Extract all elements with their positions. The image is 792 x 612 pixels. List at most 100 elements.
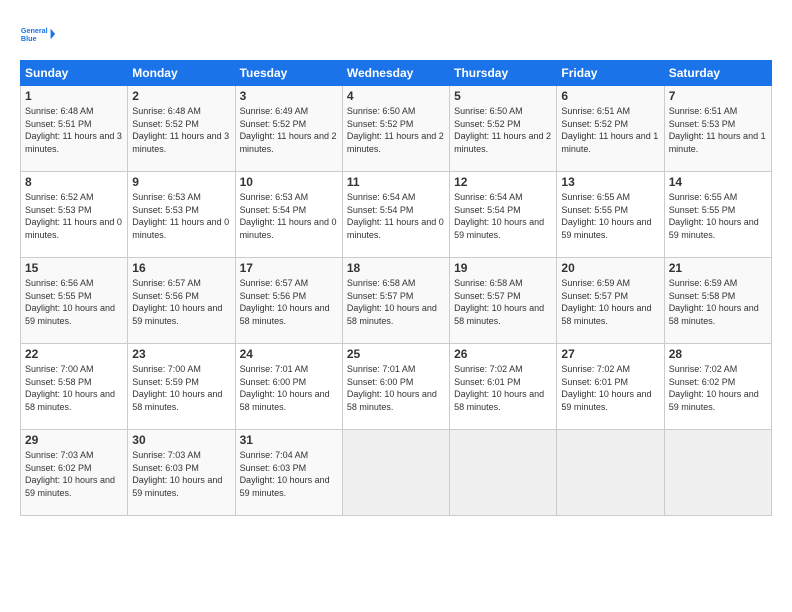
day-number: 28 — [669, 347, 767, 361]
day-number: 27 — [561, 347, 659, 361]
day-info: Sunrise: 7:00 AM Sunset: 5:58 PM Dayligh… — [25, 363, 123, 413]
calendar-cell — [342, 430, 449, 516]
day-info: Sunrise: 7:00 AM Sunset: 5:59 PM Dayligh… — [132, 363, 230, 413]
day-number: 17 — [240, 261, 338, 275]
day-number: 16 — [132, 261, 230, 275]
day-number: 7 — [669, 89, 767, 103]
calendar-cell: 23 Sunrise: 7:00 AM Sunset: 5:59 PM Dayl… — [128, 344, 235, 430]
day-info: Sunrise: 6:58 AM Sunset: 5:57 PM Dayligh… — [454, 277, 552, 327]
day-number: 3 — [240, 89, 338, 103]
day-info: Sunrise: 6:55 AM Sunset: 5:55 PM Dayligh… — [561, 191, 659, 241]
day-header-sunday: Sunday — [21, 61, 128, 86]
calendar-cell: 15 Sunrise: 6:56 AM Sunset: 5:55 PM Dayl… — [21, 258, 128, 344]
calendar-cell: 2 Sunrise: 6:48 AM Sunset: 5:52 PM Dayli… — [128, 86, 235, 172]
day-info: Sunrise: 6:50 AM Sunset: 5:52 PM Dayligh… — [454, 105, 552, 155]
day-number: 6 — [561, 89, 659, 103]
calendar-cell: 24 Sunrise: 7:01 AM Sunset: 6:00 PM Dayl… — [235, 344, 342, 430]
day-info: Sunrise: 6:48 AM Sunset: 5:51 PM Dayligh… — [25, 105, 123, 155]
calendar-cell: 1 Sunrise: 6:48 AM Sunset: 5:51 PM Dayli… — [21, 86, 128, 172]
calendar-cell: 28 Sunrise: 7:02 AM Sunset: 6:02 PM Dayl… — [664, 344, 771, 430]
day-number: 18 — [347, 261, 445, 275]
day-number: 20 — [561, 261, 659, 275]
calendar-cell: 19 Sunrise: 6:58 AM Sunset: 5:57 PM Dayl… — [450, 258, 557, 344]
day-info: Sunrise: 7:03 AM Sunset: 6:02 PM Dayligh… — [25, 449, 123, 499]
day-header-monday: Monday — [128, 61, 235, 86]
calendar-cell: 20 Sunrise: 6:59 AM Sunset: 5:57 PM Dayl… — [557, 258, 664, 344]
calendar-container: GeneralBlue SundayMondayTuesdayWednesday… — [0, 0, 792, 526]
day-info: Sunrise: 6:57 AM Sunset: 5:56 PM Dayligh… — [132, 277, 230, 327]
day-info: Sunrise: 6:54 AM Sunset: 5:54 PM Dayligh… — [347, 191, 445, 241]
calendar-table: SundayMondayTuesdayWednesdayThursdayFrid… — [20, 60, 772, 516]
day-info: Sunrise: 7:03 AM Sunset: 6:03 PM Dayligh… — [132, 449, 230, 499]
day-info: Sunrise: 6:54 AM Sunset: 5:54 PM Dayligh… — [454, 191, 552, 241]
day-number: 9 — [132, 175, 230, 189]
calendar-cell — [557, 430, 664, 516]
day-info: Sunrise: 6:53 AM Sunset: 5:54 PM Dayligh… — [240, 191, 338, 241]
calendar-cell: 6 Sunrise: 6:51 AM Sunset: 5:52 PM Dayli… — [557, 86, 664, 172]
calendar-cell: 25 Sunrise: 7:01 AM Sunset: 6:00 PM Dayl… — [342, 344, 449, 430]
day-number: 14 — [669, 175, 767, 189]
calendar-cell: 7 Sunrise: 6:51 AM Sunset: 5:53 PM Dayli… — [664, 86, 771, 172]
day-info: Sunrise: 7:04 AM Sunset: 6:03 PM Dayligh… — [240, 449, 338, 499]
day-number: 1 — [25, 89, 123, 103]
day-header-tuesday: Tuesday — [235, 61, 342, 86]
day-number: 22 — [25, 347, 123, 361]
day-info: Sunrise: 7:02 AM Sunset: 6:02 PM Dayligh… — [669, 363, 767, 413]
day-number: 25 — [347, 347, 445, 361]
day-info: Sunrise: 6:51 AM Sunset: 5:52 PM Dayligh… — [561, 105, 659, 155]
day-number: 11 — [347, 175, 445, 189]
calendar-cell: 10 Sunrise: 6:53 AM Sunset: 5:54 PM Dayl… — [235, 172, 342, 258]
day-header-friday: Friday — [557, 61, 664, 86]
day-info: Sunrise: 6:48 AM Sunset: 5:52 PM Dayligh… — [132, 105, 230, 155]
day-info: Sunrise: 6:50 AM Sunset: 5:52 PM Dayligh… — [347, 105, 445, 155]
week-row-1: 1 Sunrise: 6:48 AM Sunset: 5:51 PM Dayli… — [21, 86, 772, 172]
calendar-cell: 9 Sunrise: 6:53 AM Sunset: 5:53 PM Dayli… — [128, 172, 235, 258]
calendar-cell: 22 Sunrise: 7:00 AM Sunset: 5:58 PM Dayl… — [21, 344, 128, 430]
day-info: Sunrise: 7:01 AM Sunset: 6:00 PM Dayligh… — [240, 363, 338, 413]
calendar-cell: 13 Sunrise: 6:55 AM Sunset: 5:55 PM Dayl… — [557, 172, 664, 258]
day-info: Sunrise: 6:59 AM Sunset: 5:58 PM Dayligh… — [669, 277, 767, 327]
day-number: 19 — [454, 261, 552, 275]
calendar-cell: 5 Sunrise: 6:50 AM Sunset: 5:52 PM Dayli… — [450, 86, 557, 172]
day-info: Sunrise: 6:57 AM Sunset: 5:56 PM Dayligh… — [240, 277, 338, 327]
calendar-cell — [664, 430, 771, 516]
day-number: 15 — [25, 261, 123, 275]
day-info: Sunrise: 6:56 AM Sunset: 5:55 PM Dayligh… — [25, 277, 123, 327]
calendar-cell: 27 Sunrise: 7:02 AM Sunset: 6:01 PM Dayl… — [557, 344, 664, 430]
days-header-row: SundayMondayTuesdayWednesdayThursdayFrid… — [21, 61, 772, 86]
calendar-cell: 3 Sunrise: 6:49 AM Sunset: 5:52 PM Dayli… — [235, 86, 342, 172]
calendar-cell: 11 Sunrise: 6:54 AM Sunset: 5:54 PM Dayl… — [342, 172, 449, 258]
day-header-thursday: Thursday — [450, 61, 557, 86]
week-row-4: 22 Sunrise: 7:00 AM Sunset: 5:58 PM Dayl… — [21, 344, 772, 430]
svg-text:Blue: Blue — [21, 34, 37, 43]
day-info: Sunrise: 7:02 AM Sunset: 6:01 PM Dayligh… — [561, 363, 659, 413]
day-number: 13 — [561, 175, 659, 189]
week-row-2: 8 Sunrise: 6:52 AM Sunset: 5:53 PM Dayli… — [21, 172, 772, 258]
day-number: 21 — [669, 261, 767, 275]
week-row-5: 29 Sunrise: 7:03 AM Sunset: 6:02 PM Dayl… — [21, 430, 772, 516]
calendar-cell: 8 Sunrise: 6:52 AM Sunset: 5:53 PM Dayli… — [21, 172, 128, 258]
day-info: Sunrise: 6:52 AM Sunset: 5:53 PM Dayligh… — [25, 191, 123, 241]
day-header-wednesday: Wednesday — [342, 61, 449, 86]
day-info: Sunrise: 6:53 AM Sunset: 5:53 PM Dayligh… — [132, 191, 230, 241]
day-number: 31 — [240, 433, 338, 447]
day-header-saturday: Saturday — [664, 61, 771, 86]
calendar-cell: 30 Sunrise: 7:03 AM Sunset: 6:03 PM Dayl… — [128, 430, 235, 516]
calendar-cell: 31 Sunrise: 7:04 AM Sunset: 6:03 PM Dayl… — [235, 430, 342, 516]
logo: GeneralBlue — [20, 16, 56, 52]
day-number: 5 — [454, 89, 552, 103]
calendar-cell: 18 Sunrise: 6:58 AM Sunset: 5:57 PM Dayl… — [342, 258, 449, 344]
header: GeneralBlue — [20, 16, 772, 52]
day-info: Sunrise: 6:51 AM Sunset: 5:53 PM Dayligh… — [669, 105, 767, 155]
day-number: 4 — [347, 89, 445, 103]
calendar-cell — [450, 430, 557, 516]
day-number: 24 — [240, 347, 338, 361]
calendar-cell: 17 Sunrise: 6:57 AM Sunset: 5:56 PM Dayl… — [235, 258, 342, 344]
day-number: 8 — [25, 175, 123, 189]
calendar-cell: 29 Sunrise: 7:03 AM Sunset: 6:02 PM Dayl… — [21, 430, 128, 516]
day-number: 30 — [132, 433, 230, 447]
calendar-cell: 14 Sunrise: 6:55 AM Sunset: 5:55 PM Dayl… — [664, 172, 771, 258]
svg-text:General: General — [21, 26, 48, 35]
day-info: Sunrise: 7:02 AM Sunset: 6:01 PM Dayligh… — [454, 363, 552, 413]
day-number: 10 — [240, 175, 338, 189]
